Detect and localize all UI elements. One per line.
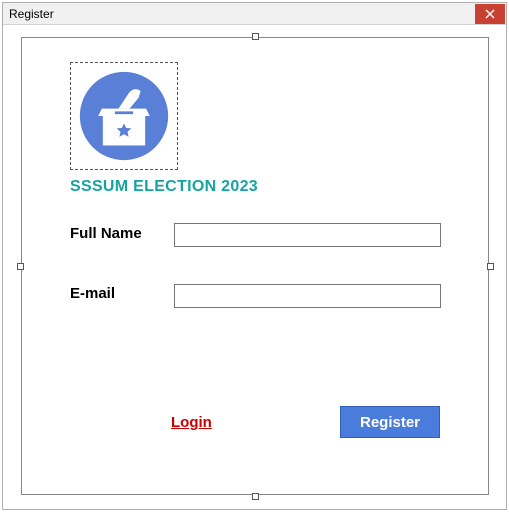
close-button[interactable] <box>475 4 505 24</box>
login-link[interactable]: Login <box>171 414 212 431</box>
email-input[interactable] <box>174 284 441 308</box>
register-window: Register SSSU <box>2 2 507 510</box>
logo-placeholder <box>70 62 178 170</box>
page-title: SSSUM ELECTION 2023 <box>70 178 258 196</box>
resize-handle-right[interactable] <box>487 263 494 270</box>
window-title: Register <box>9 7 54 21</box>
register-button[interactable]: Register <box>340 406 440 438</box>
form-panel: SSSUM ELECTION 2023 Full Name E-mail Log… <box>21 37 489 495</box>
close-icon <box>485 9 495 19</box>
email-label: E-mail <box>70 285 115 302</box>
titlebar: Register <box>3 3 506 25</box>
ballot-box-icon <box>78 70 170 162</box>
fullname-input[interactable] <box>174 223 441 247</box>
resize-handle-bottom[interactable] <box>252 493 259 500</box>
register-button-label: Register <box>360 414 420 431</box>
resize-handle-top[interactable] <box>252 33 259 40</box>
resize-handle-left[interactable] <box>17 263 24 270</box>
fullname-label: Full Name <box>70 225 142 242</box>
